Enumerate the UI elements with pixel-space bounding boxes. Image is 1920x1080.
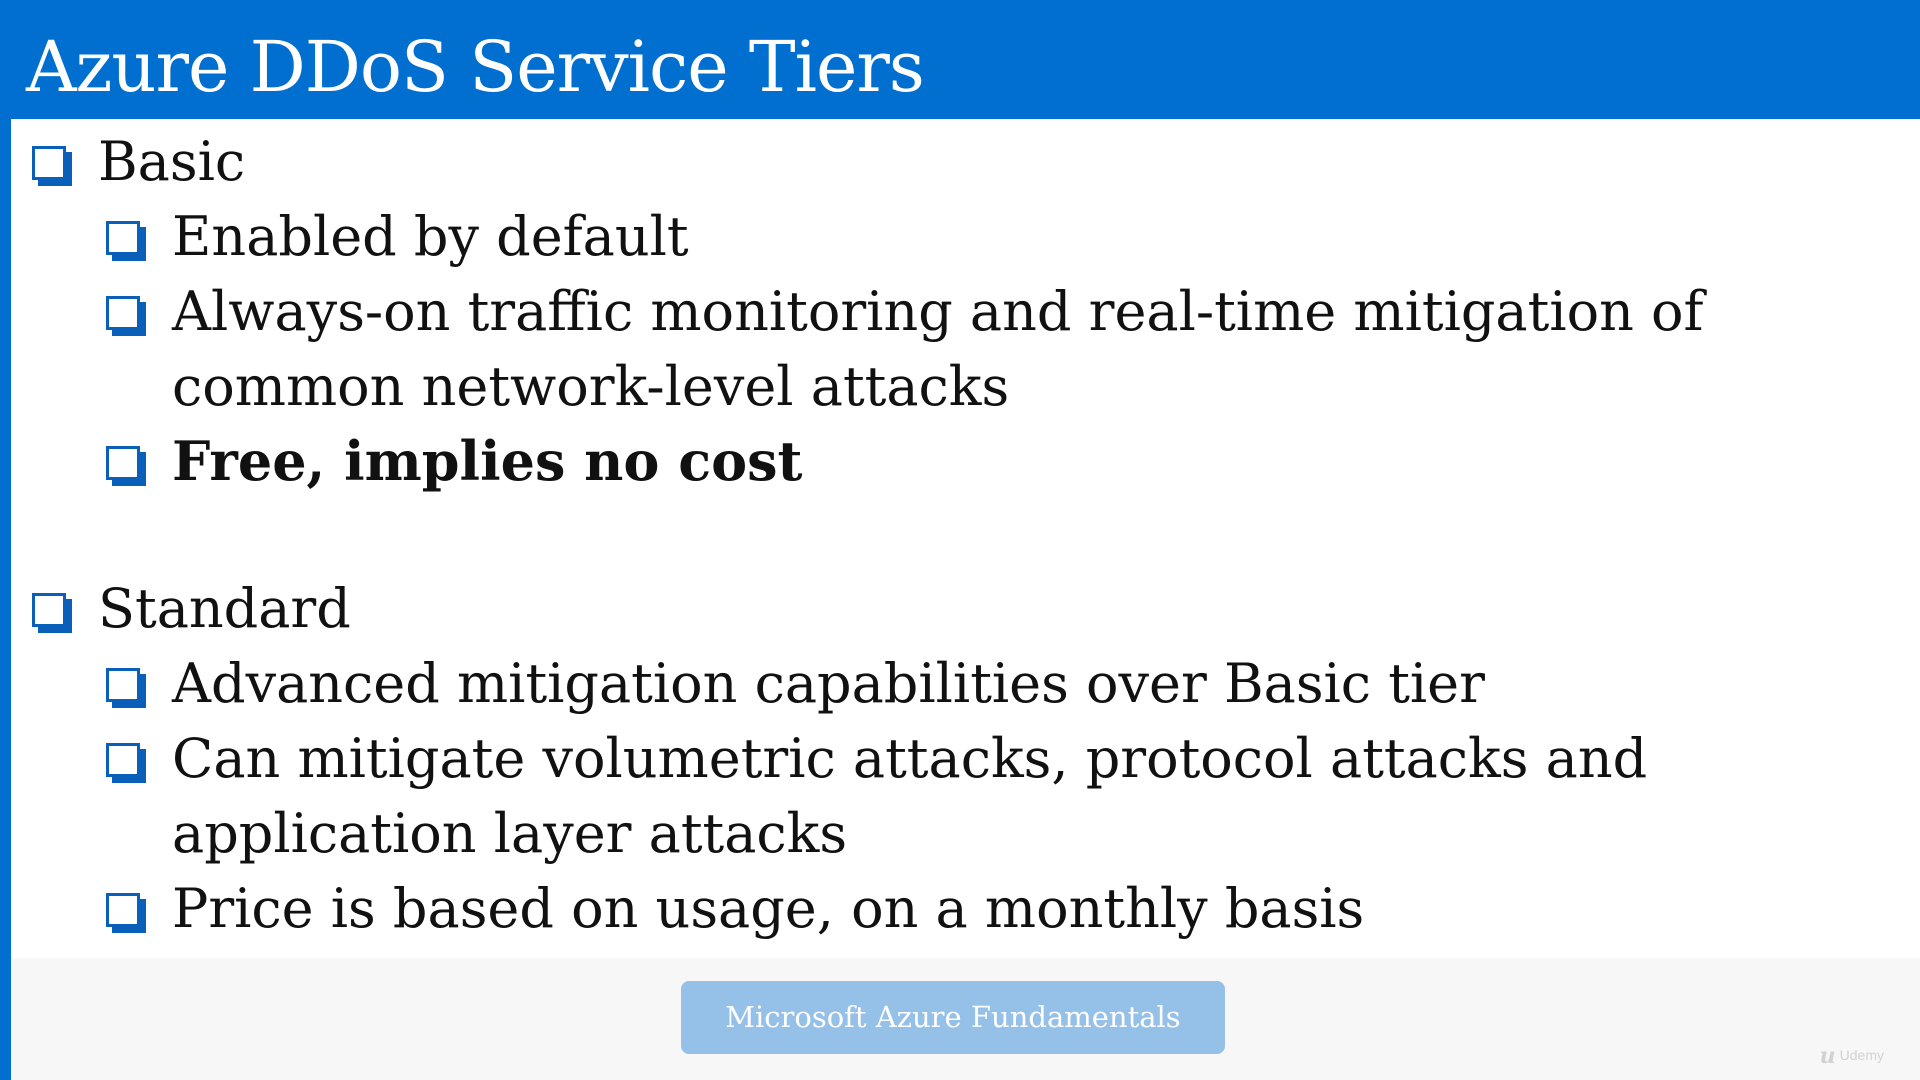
tier-label: Basic (98, 130, 246, 193)
point-text: Always-on traffic monitoring and real-ti… (172, 280, 1704, 343)
point-text: application layer attacks (172, 802, 848, 865)
checkbox-icon (106, 221, 146, 261)
tier-basic: Basic (30, 124, 1890, 199)
tier-point: Always-on traffic monitoring and real-ti… (30, 274, 1890, 349)
checkbox-icon (106, 893, 146, 933)
point-text: Can mitigate volumetric attacks, protoco… (172, 727, 1648, 790)
checkbox-icon (32, 146, 72, 186)
slide-title: Azure DDoS Service Tiers (26, 26, 925, 108)
tier-label: Standard (98, 577, 351, 640)
udemy-logo-icon: u (1819, 1043, 1836, 1069)
tier-point: Enabled by default (30, 199, 1890, 274)
point-text: Price is based on usage, on a monthly ba… (172, 877, 1365, 940)
udemy-watermark: u Udemy (1819, 1043, 1884, 1069)
watermark-text: Udemy (1839, 1047, 1884, 1063)
checkbox-icon (106, 668, 146, 708)
checkbox-icon (106, 296, 146, 336)
left-accent-stripe (0, 119, 11, 1080)
tier-point: Price is based on usage, on a monthly ba… (30, 871, 1890, 946)
slide: Azure DDoS Service Tiers Basic Enabled b… (0, 0, 1920, 1080)
bullet-list: Basic Enabled by default Always-on traff… (30, 124, 1890, 946)
checkbox-icon (106, 743, 146, 783)
tier-point: Free, implies no cost (30, 424, 1890, 499)
point-text: common network-level attacks (172, 355, 1010, 418)
point-text: Free, implies no cost (172, 429, 803, 493)
point-text: Enabled by default (172, 205, 689, 268)
tier-point: Can mitigate volumetric attacks, protoco… (30, 721, 1890, 796)
checkbox-icon (106, 446, 146, 486)
tier-point-continuation: common network-level attacks (30, 349, 1890, 424)
checkbox-icon (32, 593, 72, 633)
course-title-button[interactable]: Microsoft Azure Fundamentals (681, 981, 1225, 1054)
tier-point-continuation: application layer attacks (30, 796, 1890, 871)
tier-point: Advanced mitigation capabilities over Ba… (30, 646, 1890, 721)
tier-standard: Standard (30, 571, 1890, 646)
point-text: Advanced mitigation capabilities over Ba… (172, 652, 1485, 715)
